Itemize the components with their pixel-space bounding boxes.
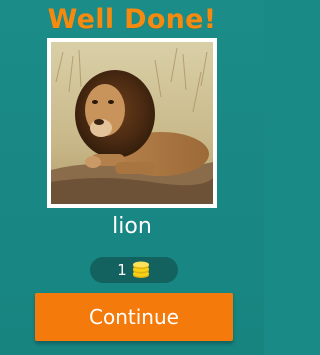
lion-photo [51, 42, 213, 204]
continue-button[interactable]: Continue [35, 293, 233, 341]
coin-count: 1 [117, 261, 127, 279]
result-title: Well Done! [47, 4, 217, 35]
coin-stack-icon [132, 261, 149, 278]
answer-label: lion [112, 214, 152, 239]
game-screen: Well Done! lion 1 Continue [0, 0, 264, 355]
question-image-frame [47, 38, 217, 208]
coin-counter: 1 [90, 257, 178, 283]
